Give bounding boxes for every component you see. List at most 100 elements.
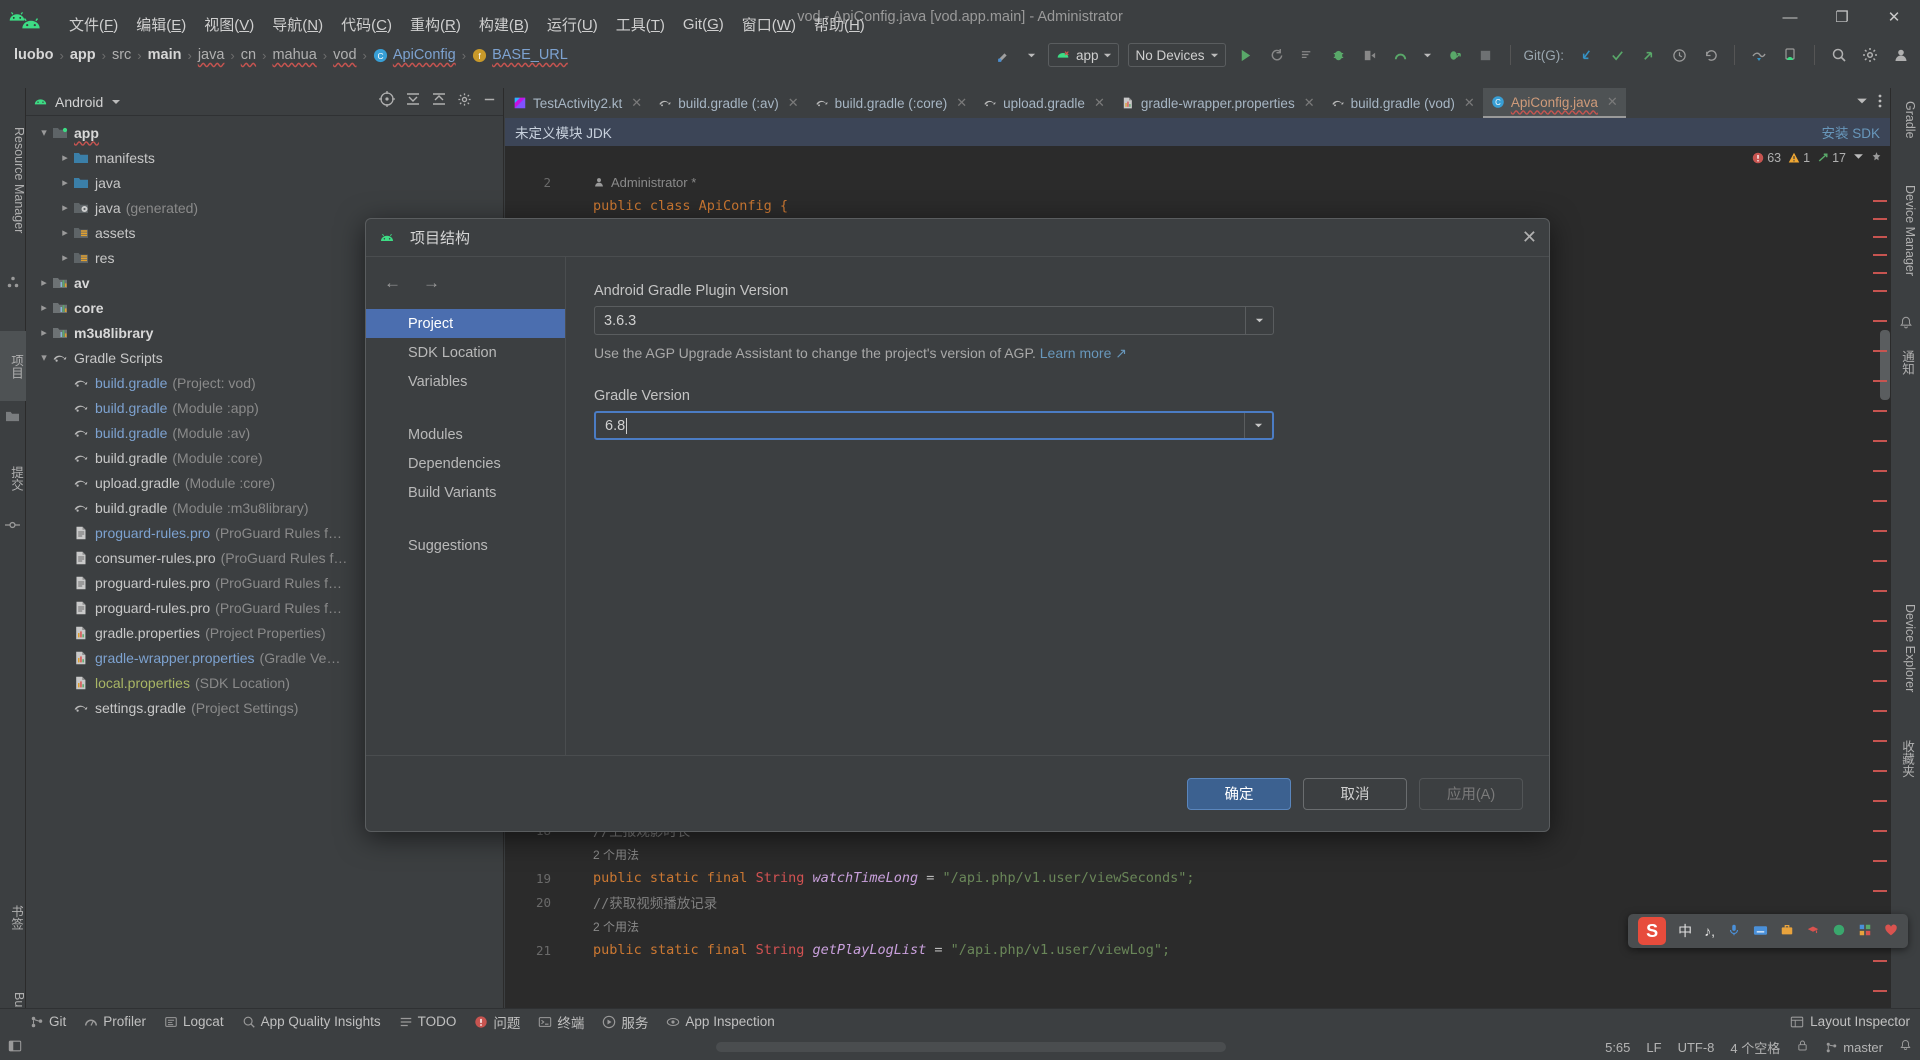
agp-version-combo[interactable]: 3.6.3	[594, 306, 1274, 335]
error-stripe-mark[interactable]	[1873, 770, 1887, 772]
menu-refactor[interactable]: 重构(R)	[401, 11, 470, 38]
chevron-down-icon[interactable]: ▾	[36, 351, 52, 364]
tab-options-icon[interactable]	[1878, 94, 1882, 113]
close-tab-icon[interactable]: ✕	[788, 95, 799, 111]
rerun-icon[interactable]	[1266, 44, 1288, 66]
debug-icon[interactable]	[1328, 44, 1350, 66]
close-tab-icon[interactable]: ✕	[1304, 95, 1315, 111]
lock-icon[interactable]	[1796, 1039, 1809, 1055]
sogou-logo-icon[interactable]: S	[1638, 917, 1666, 945]
close-tab-icon[interactable]: ✕	[1607, 94, 1618, 110]
error-stripe-mark[interactable]	[1873, 218, 1887, 220]
bottom-tool-problems[interactable]: 问题	[474, 1012, 520, 1032]
tool-button-bookmarks[interactable]: 书签	[0, 877, 26, 957]
tree-node-manifests[interactable]: ▸manifests	[26, 145, 503, 170]
editor-tab-build-gradle-av-[interactable]: build.gradle (:av)✕	[650, 88, 806, 118]
minimize-button[interactable]: —	[1764, 0, 1816, 34]
error-stripe-mark[interactable]	[1873, 740, 1887, 742]
breadcrumb-item-mahua[interactable]: mahua	[268, 47, 320, 63]
menu-help[interactable]: 帮助(H)	[805, 11, 874, 38]
search-everywhere-icon[interactable]	[1828, 44, 1850, 66]
chevron-down-icon[interactable]	[1244, 413, 1272, 438]
close-tab-icon[interactable]: ✕	[956, 95, 967, 111]
ime-punctuation-label[interactable]: ♪,	[1704, 923, 1715, 939]
error-stripe-mark[interactable]	[1873, 680, 1887, 682]
commit-node-icon[interactable]	[0, 513, 25, 537]
menu-code[interactable]: 代码(C)	[332, 11, 401, 38]
menu-edit[interactable]: 编辑(E)	[127, 11, 195, 38]
editor-tab-build-gradle-vod-[interactable]: build.gradle (vod)✕	[1323, 88, 1483, 118]
close-button[interactable]: ✕	[1868, 0, 1920, 34]
editor-tab-apiconfig-java[interactable]: CApiConfig.java✕	[1483, 88, 1626, 118]
error-stripe-mark[interactable]	[1873, 410, 1887, 412]
chevron-right-icon[interactable]: ▸	[36, 276, 52, 289]
tool-button-device-manager[interactable]: Device Manager	[1891, 172, 1917, 290]
error-count-badge[interactable]: 63	[1752, 151, 1781, 165]
menu-git[interactable]: Git(G)	[674, 13, 733, 36]
chevron-right-icon[interactable]: ▸	[36, 326, 52, 339]
chevron-right-icon[interactable]: ▸	[57, 226, 73, 239]
warning-count-badge[interactable]: 1	[1788, 151, 1810, 165]
chevron-right-icon[interactable]: ▸	[57, 201, 73, 214]
tab-list-chevron-icon[interactable]	[1856, 94, 1868, 112]
tool-button-gradle[interactable]: Gradle	[1891, 92, 1917, 148]
error-stripe-mark[interactable]	[1873, 960, 1887, 962]
grid-icon[interactable]	[1858, 923, 1872, 940]
gradle-version-combo[interactable]: 6.8	[594, 411, 1274, 440]
run-configuration-selector[interactable]: app	[1048, 43, 1120, 67]
git-branch-widget[interactable]: master	[1825, 1040, 1883, 1055]
error-stripe-mark[interactable]	[1873, 320, 1887, 322]
hat-icon[interactable]	[1806, 923, 1820, 940]
settings-icon[interactable]	[1859, 44, 1881, 66]
breadcrumb-item-luobo[interactable]: luobo	[10, 47, 57, 63]
tool-button-resource-manager[interactable]: Resource Manager	[0, 88, 26, 273]
expand-all-icon[interactable]	[405, 91, 421, 112]
cancel-button[interactable]: 取消	[1303, 778, 1407, 810]
stop-icon[interactable]	[1475, 44, 1497, 66]
error-stripe-mark[interactable]	[1873, 620, 1887, 622]
ime-mode-label[interactable]: 中	[1678, 921, 1692, 941]
device-selector[interactable]: No Devices	[1128, 43, 1225, 67]
git-update-icon[interactable]	[1575, 44, 1597, 66]
close-tab-icon[interactable]: ✕	[1094, 95, 1105, 111]
editor-tab-build-gradle-core-[interactable]: build.gradle (:core)✕	[807, 88, 975, 118]
folder-icon[interactable]	[0, 401, 25, 431]
error-stripe-mark[interactable]	[1873, 470, 1887, 472]
breadcrumb-item-java[interactable]: java	[194, 47, 229, 63]
error-stripe-mark[interactable]	[1873, 380, 1887, 382]
back-arrow-icon[interactable]: ←	[384, 273, 401, 293]
run-icon[interactable]	[1235, 44, 1257, 66]
breadcrumb-item-app[interactable]: app	[66, 47, 100, 63]
chevron-right-icon[interactable]: ▸	[57, 176, 73, 189]
dialog-nav-suggestions[interactable]: Suggestions	[366, 531, 565, 560]
breadcrumb-item-base-url[interactable]: f BASE_URL	[468, 47, 572, 63]
git-push-icon[interactable]	[1637, 44, 1659, 66]
menu-navigate[interactable]: 导航(N)	[263, 11, 332, 38]
bottom-tool-app-inspection[interactable]: App Inspection	[666, 1014, 774, 1029]
bottom-tool-todo[interactable]: TODO	[399, 1014, 457, 1029]
apply-changes-icon[interactable]	[1444, 44, 1466, 66]
structure-icon[interactable]	[0, 273, 25, 291]
apply-button[interactable]: 应用(A)	[1419, 778, 1523, 810]
chevron-right-icon[interactable]: ▸	[57, 151, 73, 164]
gear-icon[interactable]	[457, 92, 472, 112]
keyboard-icon[interactable]	[1753, 923, 1768, 940]
chevron-right-icon[interactable]: ▸	[36, 301, 52, 314]
bottom-tool-profiler[interactable]: Profiler	[84, 1014, 146, 1029]
bottom-tool-terminal[interactable]: 终端	[538, 1012, 584, 1032]
bottom-tool-git[interactable]: Git	[30, 1014, 66, 1029]
chevron-down-icon[interactable]: ▾	[36, 126, 52, 139]
indent-setting[interactable]: 4 个空格	[1730, 1038, 1780, 1057]
tool-button-device-explorer[interactable]: Device Explorer	[1891, 586, 1917, 710]
breadcrumb-item-apiconfig[interactable]: C ApiConfig	[369, 47, 460, 63]
error-stripe-mark[interactable]	[1873, 830, 1887, 832]
inspections-widget-icon[interactable]	[1853, 151, 1864, 165]
error-stripe-mark[interactable]	[1873, 590, 1887, 592]
editor-tab-testactivity2-kt[interactable]: TestActivity2.kt✕	[505, 88, 650, 118]
git-rollback-icon[interactable]	[1699, 44, 1721, 66]
tree-node-app[interactable]: ▾app	[26, 120, 503, 145]
tree-node-java[interactable]: ▸java	[26, 170, 503, 195]
show-tool-windows-icon[interactable]	[8, 1039, 22, 1056]
breadcrumb-item-vod[interactable]: vod	[329, 47, 360, 63]
dialog-nav-modules[interactable]: Modules	[366, 420, 565, 449]
